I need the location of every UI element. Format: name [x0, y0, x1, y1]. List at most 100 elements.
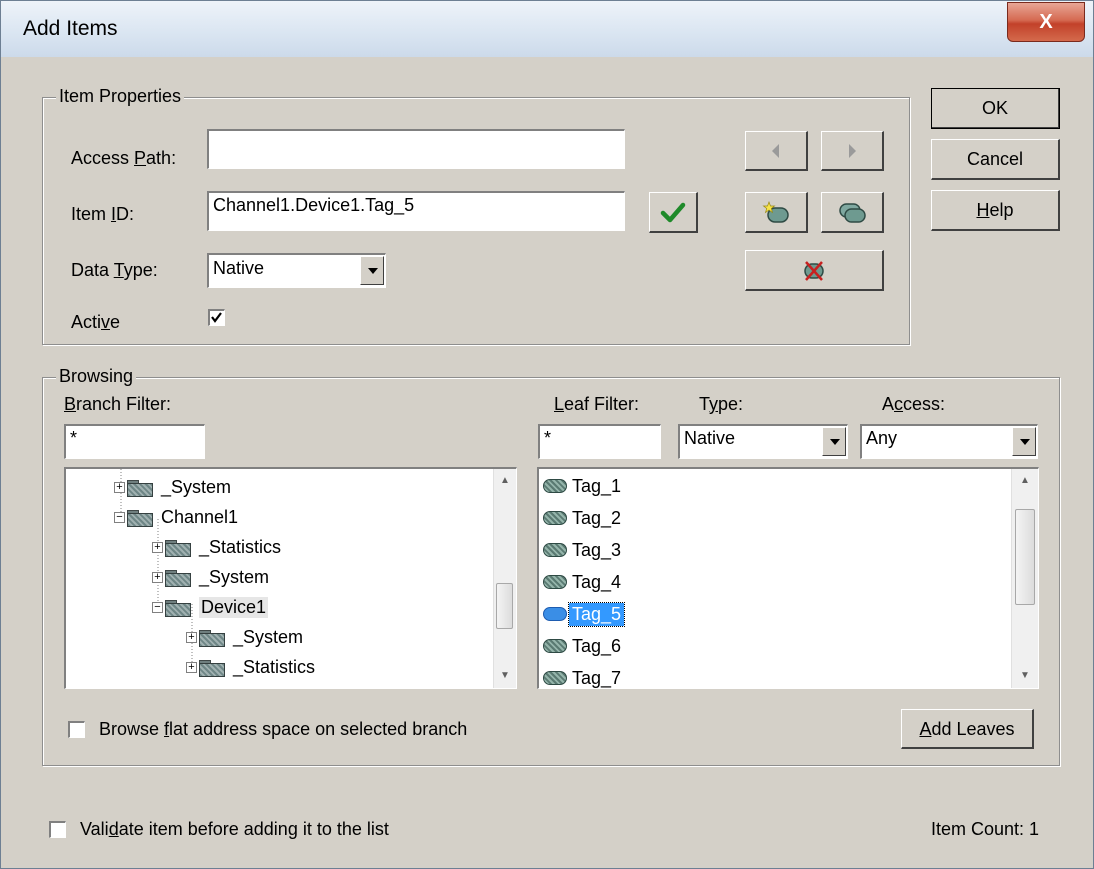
tree-node[interactable]: − Channel1: [114, 503, 238, 531]
previous-item-button[interactable]: [745, 131, 808, 171]
check-icon: [211, 312, 222, 323]
access-select[interactable]: Any: [860, 424, 1038, 459]
collapse-minus-icon[interactable]: −: [152, 601, 163, 613]
expand-plus-icon[interactable]: +: [186, 631, 197, 643]
add-items-dialog: Add Items X Item Properties Access Path:…: [0, 0, 1094, 869]
folder-icon: [199, 659, 225, 677]
tree-scroll-thumb[interactable]: [496, 583, 513, 629]
data-type-dropdown-button[interactable]: [360, 256, 384, 285]
flat-browse-checkbox[interactable]: [68, 721, 85, 738]
validate-before-add-checkbox[interactable]: [49, 821, 66, 838]
leaf-item-label: Tag_3: [572, 539, 622, 560]
add-leaves-button[interactable]: Add Leaves: [901, 709, 1034, 749]
data-type-select[interactable]: Native: [207, 253, 386, 288]
leaf-list[interactable]: Tag_1 Tag_2 Tag_3 Tag_4 Tag_5 Tag_6 Tag_7 ▲ ▼: [537, 467, 1039, 689]
arrow-left-icon: [772, 144, 779, 158]
tag-icon: [543, 607, 567, 621]
folder-icon: [199, 629, 225, 647]
tree-node-label: _Statistics: [199, 536, 282, 557]
type-value: Native: [684, 428, 736, 448]
tag-icon: [543, 639, 567, 653]
folder-icon: [127, 509, 153, 527]
folder-icon: [165, 569, 191, 587]
checkmark-icon: [660, 202, 686, 223]
duplicate-tag-icon: [839, 203, 866, 223]
access-path-label: Access Path:: [71, 148, 177, 168]
leaf-item-label: Tag_7: [572, 667, 622, 688]
branch-filter-input[interactable]: *: [64, 424, 205, 459]
tree-node-label: _System: [233, 626, 304, 647]
tree-node[interactable]: + _System: [114, 473, 231, 501]
leaf-item-label: Tag_4: [572, 571, 622, 592]
scroll-down-arrow-icon[interactable]: ▼: [494, 666, 516, 686]
new-item-button[interactable]: [745, 192, 808, 233]
scroll-down-arrow-icon[interactable]: ▼: [1012, 666, 1038, 686]
dialog-client-area: Item Properties Access Path: Item ID: Ch…: [8, 57, 1086, 863]
expand-plus-icon[interactable]: +: [152, 541, 163, 553]
tree-node[interactable]: + _System: [152, 563, 269, 591]
expand-plus-icon[interactable]: +: [152, 571, 163, 583]
new-tag-icon: [762, 201, 789, 223]
access-path-input[interactable]: [207, 129, 625, 169]
tree-node-label: _System: [161, 476, 232, 497]
item-count-text: Item Count: 1: [931, 819, 1040, 839]
delete-item-button[interactable]: [745, 250, 884, 291]
leaf-item[interactable]: Tag_2: [543, 503, 624, 533]
flat-browse-label: Browse flat address space on selected br…: [99, 719, 468, 739]
leaf-scroll-thumb[interactable]: [1015, 509, 1035, 605]
window-title: Add Items: [23, 17, 118, 40]
leaf-item[interactable]: Tag_7: [543, 663, 624, 688]
folder-icon: [165, 599, 191, 617]
leaf-item-label: Tag_1: [572, 475, 622, 496]
type-select[interactable]: Native: [678, 424, 848, 459]
collapse-minus-icon[interactable]: −: [114, 511, 125, 523]
folder-icon: [165, 539, 191, 557]
browsing-legend: Browsing: [56, 366, 137, 387]
item-properties-legend: Item Properties: [56, 86, 185, 107]
leaf-vertical-scrollbar[interactable]: ▲ ▼: [1011, 469, 1038, 688]
type-dropdown-button[interactable]: [822, 427, 846, 456]
item-id-label: Item ID:: [71, 204, 135, 224]
expand-plus-icon[interactable]: +: [114, 481, 125, 493]
validate-before-add-label: Validate item before adding it to the li…: [80, 819, 389, 839]
title-bar[interactable]: Add Items X: [1, 1, 1093, 57]
leaf-item[interactable]: Tag_6: [543, 631, 624, 661]
leaf-item-label: Tag_5: [567, 601, 626, 627]
active-label: Active: [71, 312, 121, 332]
scroll-up-arrow-icon[interactable]: ▲: [494, 471, 516, 491]
validate-item-button[interactable]: [649, 192, 698, 233]
tag-icon: [543, 543, 567, 557]
item-id-input[interactable]: Channel1.Device1.Tag_5: [207, 191, 625, 231]
help-button[interactable]: Help: [931, 190, 1060, 231]
data-type-label: Data Type:: [71, 260, 158, 280]
tag-icon: [543, 479, 567, 493]
tree-node[interactable]: − Device1: [152, 593, 269, 621]
tree-node[interactable]: + _System: [186, 623, 303, 651]
leaf-filter-input[interactable]: *: [538, 424, 661, 459]
tree-vertical-scrollbar[interactable]: ▲ ▼: [493, 469, 516, 688]
leaf-item-label: Tag_6: [572, 635, 622, 656]
chevron-down-icon: [830, 439, 840, 445]
leaf-item[interactable]: Tag_5: [543, 599, 626, 629]
ok-button[interactable]: OK: [931, 88, 1060, 129]
tree-node[interactable]: + _Statistics: [152, 533, 281, 561]
leaf-item[interactable]: Tag_1: [543, 471, 624, 501]
scroll-up-arrow-icon[interactable]: ▲: [1012, 471, 1038, 491]
close-icon: X: [1039, 11, 1053, 33]
duplicate-item-button[interactable]: [821, 192, 884, 233]
expand-plus-icon[interactable]: +: [186, 661, 197, 673]
access-dropdown-button[interactable]: [1012, 427, 1036, 456]
leaf-item[interactable]: Tag_3: [543, 535, 624, 565]
tree-node[interactable]: + _Statistics: [186, 653, 315, 681]
chevron-down-icon: [368, 268, 378, 274]
leaf-filter-label: Leaf Filter:: [554, 394, 640, 414]
leaf-item[interactable]: Tag_4: [543, 567, 624, 597]
next-item-button[interactable]: [821, 131, 884, 171]
close-button[interactable]: X: [1007, 2, 1085, 42]
cancel-button[interactable]: Cancel: [931, 139, 1060, 180]
chevron-down-icon: [1020, 439, 1030, 445]
active-checkbox[interactable]: [208, 309, 225, 326]
type-label: Type:: [699, 394, 744, 414]
arrow-right-icon: [849, 144, 856, 158]
branch-tree[interactable]: + _System − Channel1 + _Statistics + _System − De…: [64, 467, 517, 689]
